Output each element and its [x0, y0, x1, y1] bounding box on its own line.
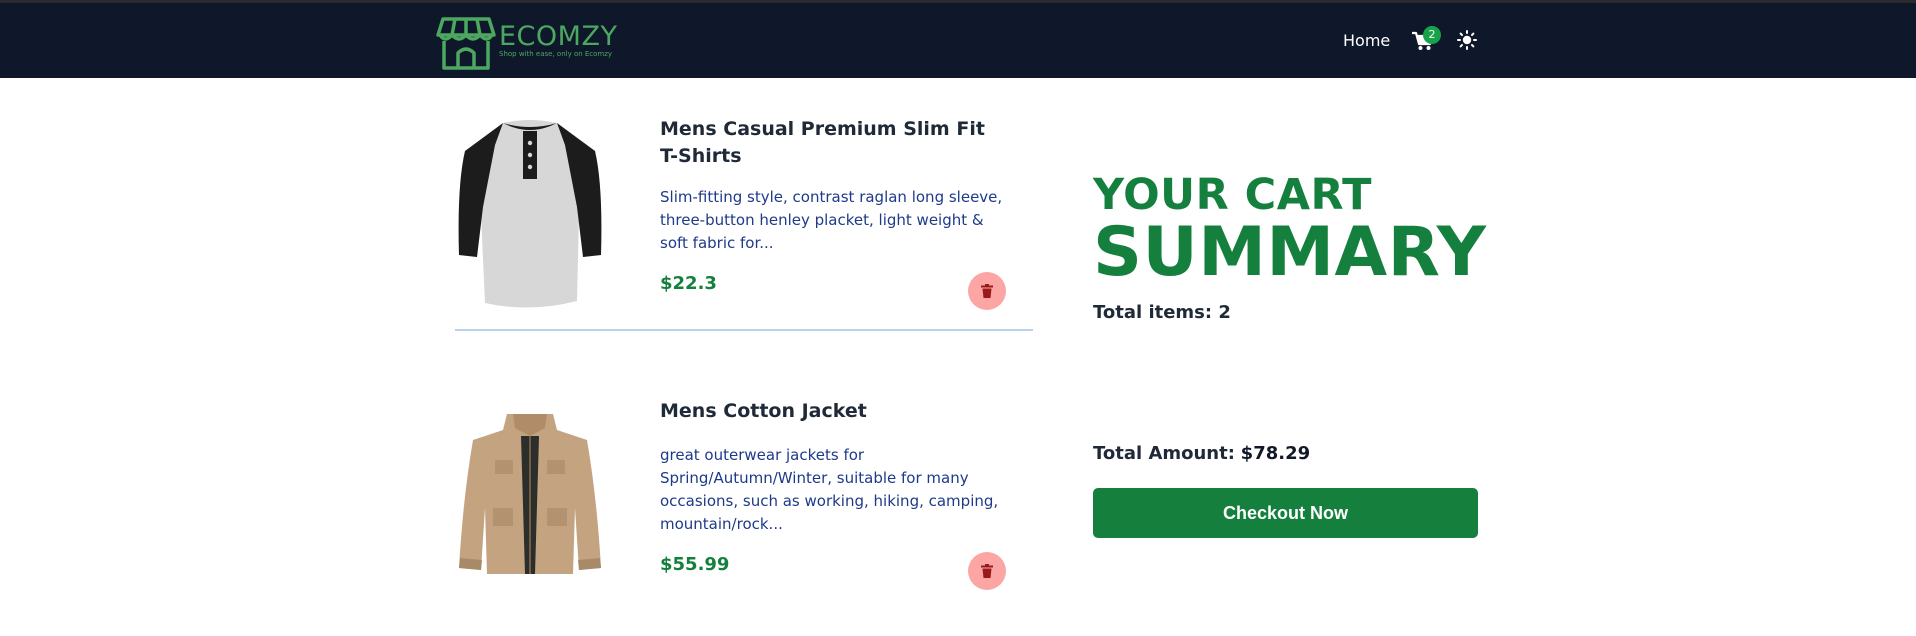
nav-home-link[interactable]: Home	[1343, 31, 1390, 50]
cotton-jacket-image	[459, 414, 601, 574]
trash-icon	[981, 284, 993, 298]
logo[interactable]: ECOMZY Shop with ease, only on Ecomzy	[436, 14, 617, 72]
cart-count-badge: 2	[1423, 26, 1441, 44]
raglan-tshirt-image	[458, 120, 602, 308]
item-description: great outerwear jackets for Spring/Autum…	[660, 446, 999, 533]
checkout-button[interactable]: Checkout Now	[1093, 488, 1478, 538]
navbar: ECOMZY Shop with ease, only on Ecomzy Ho…	[0, 3, 1916, 78]
item-divider	[455, 329, 1033, 331]
brand-name: ECOMZY	[499, 21, 618, 52]
cart-item: Mens Casual Premium Slim Fit T-Shirts Sl…	[455, 110, 1033, 335]
brand-tagline: Shop with ease, only on Ecomzy	[499, 50, 613, 58]
item-price: $55.99	[660, 554, 730, 575]
trash-icon	[981, 564, 993, 578]
item-title[interactable]: Mens Casual Premium Slim Fit T-Shirts	[660, 116, 1000, 170]
item-title[interactable]: Mens Cotton Jacket	[660, 398, 1000, 425]
total-amount: Total Amount: $78.29	[1093, 443, 1310, 464]
total-items: Total items: 2	[1093, 302, 1231, 323]
total-amount-label: Total Amount:	[1093, 443, 1235, 464]
summary-heading-line2: SUMMARY	[1093, 213, 1487, 292]
sun-icon[interactable]	[1457, 30, 1477, 50]
storefront-icon	[436, 17, 496, 70]
total-amount-value: $78.29	[1240, 443, 1311, 464]
remove-item-button[interactable]	[968, 272, 1006, 310]
remove-item-button[interactable]	[968, 552, 1006, 590]
item-price: $22.3	[660, 273, 717, 294]
item-description: Slim-fitting style, contrast raglan long…	[660, 188, 1003, 252]
cart-item: Mens Cotton Jacket great outerwear jacke…	[455, 390, 1033, 590]
